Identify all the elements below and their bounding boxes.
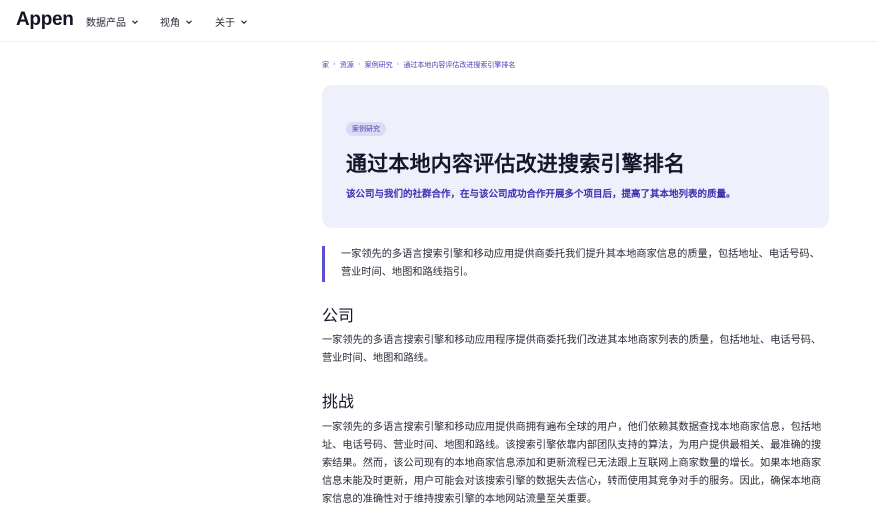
chevron-down-icon — [241, 19, 247, 24]
section-body-company: 一家领先的多语言搜索引擎和移动应用程序提供商委托我们改进其本地商家列表的质量，包… — [322, 335, 822, 364]
section-body-challenge: 一家领先的多语言搜索引擎和移动应用提供商拥有遍布全球的用户，他们依赖其数据查找本… — [322, 422, 822, 505]
hero-card: 案例研究 通过本地内容评估改进搜索引擎排名 该公司与我们的社群合作，在与该公司成… — [322, 85, 829, 228]
breadcrumb-resources[interactable]: 资源 — [340, 60, 354, 70]
section-heading-challenge: 挑战 — [322, 392, 355, 411]
breadcrumb-separator: › — [333, 60, 336, 68]
nav-item-label: 数据产品 — [86, 18, 126, 29]
appen-logo[interactable]: Appen — [16, 9, 74, 31]
nav-item-label: 视角 — [160, 18, 180, 29]
nav-item-data-products[interactable]: 数据产品 — [86, 14, 139, 29]
page-title: 通过本地内容评估改进搜索引擎排名 — [346, 152, 686, 176]
breadcrumb-current: 通过本地内容评估改进搜索引擎排名 — [403, 61, 516, 69]
breadcrumb-separator: › — [357, 60, 361, 68]
nav-item-perspectives[interactable]: 视角 — [160, 14, 193, 29]
page-subtitle: 该公司与我们的社群合作，在与该公司成功合作开展多个项目后，提高了其本地列表的质量… — [346, 189, 736, 200]
breadcrumb-case-studies[interactable]: 案例研究 — [365, 60, 393, 70]
breadcrumb: 家 › 资源 › 案例研究 › 通过本地内容评估改进搜索引擎排名 — [322, 60, 515, 70]
breadcrumb-separator: › — [396, 60, 400, 68]
intro-quote: 一家领先的多语言搜索引擎和移动应用提供商委托我们提升其本地商家信息的质量，包括地… — [322, 246, 829, 282]
breadcrumb-home[interactable]: 家 — [322, 60, 329, 70]
chevron-down-icon — [186, 19, 192, 24]
nav-item-about[interactable]: 关于 — [215, 14, 248, 29]
section-heading-company: 公司 — [322, 306, 355, 325]
top-navigation: Appen 数据产品 视角 关于 — [0, 0, 878, 42]
nav-item-label: 关于 — [215, 18, 235, 29]
chevron-down-icon — [132, 19, 138, 24]
category-badge[interactable]: 案例研究 — [346, 122, 386, 136]
